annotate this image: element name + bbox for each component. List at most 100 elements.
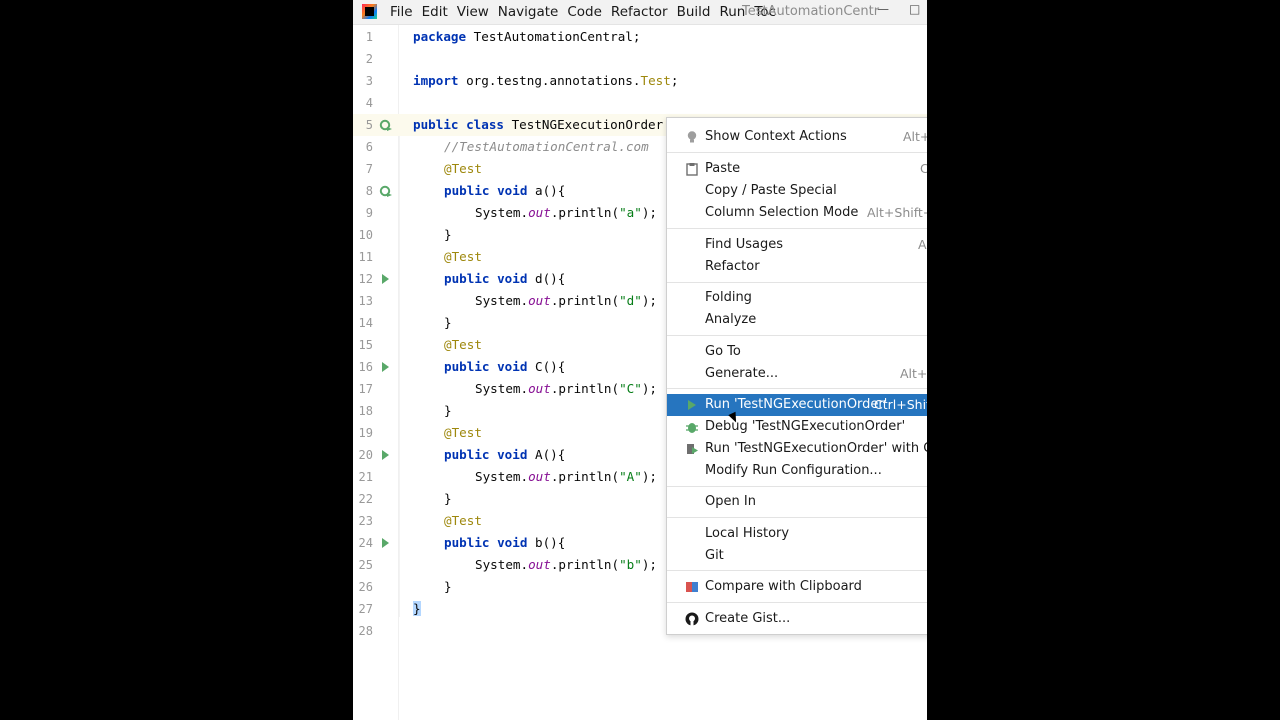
package-name: TestAutomationCentral; [466,29,641,44]
line-number: 2 [365,52,373,66]
menu-find-usages[interactable]: Find Usages A [667,234,927,256]
menu-git[interactable]: Git [667,545,927,567]
menu-generate[interactable]: Generate... Alt+I [667,363,927,385]
menu-item-label: Analyze [705,312,757,327]
menu-edit[interactable]: Edit [422,4,448,20]
line-number: 11 [358,250,373,264]
run-all-tests-icon[interactable] [379,114,393,136]
line-number: 5 [365,118,373,132]
menu-go-to[interactable]: Go To [667,341,927,363]
menu-separator [667,517,927,518]
field-name: out [528,205,551,220]
method-signature: d(){ [527,271,566,286]
line-number: 23 [358,514,373,528]
menu-separator [667,335,927,336]
maximize-icon[interactable]: □ [909,2,920,16]
menu-separator [667,602,927,603]
minimize-icon[interactable]: — [877,2,889,16]
menu-run-with-coverage[interactable]: Run 'TestNGExecutionOrder' with Covera [667,438,927,460]
field-name: out [528,469,551,484]
menu-item-shortcut: Alt+Shift+I [867,205,927,220]
menu-separator [667,388,927,389]
menu-item-label: Paste [705,161,741,176]
menu-refactor[interactable]: Refactor [611,4,668,20]
intellij-logo-icon[interactable] [362,4,377,19]
menu-navigate[interactable]: Navigate [498,4,559,20]
menu-debug-test-class[interactable]: Debug 'TestNGExecutionOrder' [667,416,927,438]
menu-file[interactable]: File [390,4,413,20]
menu-create-gist[interactable]: Create Gist... [667,608,927,630]
closing-brace: } [444,403,452,418]
string-literal: "a" [619,205,642,220]
menu-local-history[interactable]: Local History [667,523,927,545]
code-line: 4 [353,92,927,114]
code-text: .println( [550,469,620,484]
line-number: 22 [358,492,373,506]
line-number: 16 [358,360,373,374]
coverage-icon [687,444,698,454]
menu-item-label: Column Selection Mode [705,205,859,220]
menu-paste[interactable]: Paste C [667,158,927,180]
menu-open-in[interactable]: Open In [667,491,927,513]
menu-show-context-actions[interactable]: Show Context Actions Alt+ [667,126,927,148]
menu-item-label: Open In [705,494,756,509]
string-literal: "A" [619,469,642,484]
menu-modify-run-configuration[interactable]: Modify Run Configuration... [667,460,927,482]
menu-compare-with-clipboard[interactable]: Compare with Clipboard [667,576,927,598]
menu-folding[interactable]: Folding [667,287,927,309]
title-bar: File Edit View Navigate Code Refactor Bu… [353,0,927,25]
menu-view[interactable]: View [457,4,489,20]
compare-icon [686,582,698,592]
code-text: System. [475,205,529,220]
line-number: 9 [365,206,373,220]
keyword: public void [444,359,528,374]
line-number: 27 [358,602,373,616]
editor-context-menu: Show Context Actions Alt+ Paste C Copy /… [666,117,927,635]
line-number: 10 [358,228,373,242]
menu-item-shortcut: Alt+ [903,129,927,144]
menu-run-test-class[interactable]: Run 'TestNGExecutionOrder' Ctrl+Shift [667,394,927,416]
menu-separator [667,570,927,571]
class-closing-brace: } [413,601,421,616]
annotation: @Test [444,337,482,352]
menu-build[interactable]: Build [677,4,711,20]
menu-separator [667,282,927,283]
code-text: System. [475,293,529,308]
run-test-icon[interactable] [379,532,393,554]
code-line: 2 [353,48,927,70]
closing-brace: } [444,315,452,330]
keyword: public class [413,117,504,132]
line-number: 13 [358,294,373,308]
menu-separator [667,228,927,229]
menu-item-label: Compare with Clipboard [705,579,862,594]
run-test-icon[interactable] [379,444,393,466]
code-text: .println( [550,557,620,572]
run-test-icon[interactable] [379,356,393,378]
keyword: public void [444,447,528,462]
menu-copy-paste-special[interactable]: Copy / Paste Special [667,180,927,202]
menu-item-label: Modify Run Configuration... [705,463,882,478]
ide-window: File Edit View Navigate Code Refactor Bu… [353,0,927,720]
line-number: 12 [358,272,373,286]
class-name: TestNGExecutionOrder [504,117,664,132]
lightbulb-icon [687,131,697,143]
method-signature: a(){ [527,183,566,198]
annotation: @Test [444,513,482,528]
menu-code[interactable]: Code [567,4,602,20]
annotation: @Test [444,161,482,176]
menu-item-shortcut: Alt+I [900,366,927,381]
menu-refactor[interactable]: Refactor [667,256,927,278]
line-number: 26 [358,580,373,594]
code-text: System. [475,469,529,484]
menu-column-selection-mode[interactable]: Column Selection Mode Alt+Shift+I [667,202,927,224]
line-number: 6 [365,140,373,154]
menu-item-shortcut: A [918,237,927,252]
rerun-test-icon[interactable] [379,180,393,202]
menu-item-label: Show Context Actions [705,129,847,144]
menu-separator [667,152,927,153]
run-test-icon[interactable] [379,268,393,290]
run-icon [688,400,696,410]
code-text: ); [641,381,657,396]
menu-analyze[interactable]: Analyze [667,309,927,331]
keyword: import [413,73,459,88]
